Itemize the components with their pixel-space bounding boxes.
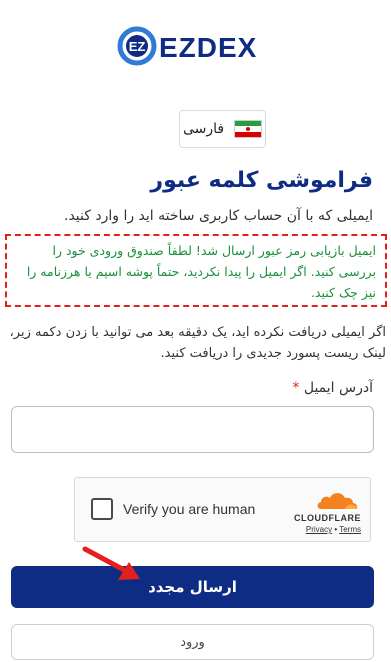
captcha-links: Privacy • Terms	[281, 525, 361, 534]
cloudflare-captcha: Verify you are human CLOUDFLARE Privacy …	[74, 477, 371, 542]
page-title: فراموشی کلمه عبور	[150, 168, 373, 193]
email-input[interactable]	[11, 406, 374, 453]
privacy-link[interactable]: Privacy	[306, 525, 332, 534]
terms-link[interactable]: Terms	[339, 525, 361, 534]
email-label-text: آدرس ایمیل	[303, 380, 373, 396]
resend-button[interactable]: ارسال مجدد	[11, 566, 374, 608]
required-mark: *	[292, 380, 300, 396]
link-separator: •	[334, 525, 338, 534]
svg-text:EZ: EZ	[129, 39, 146, 54]
success-alert: ایمیل بازیابی رمز عبور ارسال شد! لطفاً ص…	[5, 234, 387, 307]
resend-info-text: اگر ایمیلی دریافت نکرده اید، یک دقیقه بع…	[9, 325, 386, 361]
captcha-label: Verify you are human	[123, 501, 256, 517]
login-button[interactable]: ورود	[11, 624, 374, 660]
cloudflare-cloud-icon	[317, 493, 358, 509]
ezdex-logo-icon: EZ EZDEX	[117, 26, 257, 66]
captcha-checkbox[interactable]	[91, 498, 113, 520]
svg-text:EZDEX: EZDEX	[159, 32, 257, 63]
language-label: فارسی	[182, 121, 225, 137]
red-arrow-icon	[82, 546, 140, 580]
page-subtitle: ایمیلی که با آن حساب کاربری ساخته اید را…	[64, 208, 373, 224]
email-label: آدرس ایمیل *	[292, 380, 373, 396]
cloudflare-wordmark: CLOUDFLARE	[294, 513, 361, 523]
brand-logo: EZ EZDEX	[117, 24, 269, 68]
iran-flag-icon	[234, 120, 263, 138]
language-switcher[interactable]: فارسی	[179, 110, 266, 148]
